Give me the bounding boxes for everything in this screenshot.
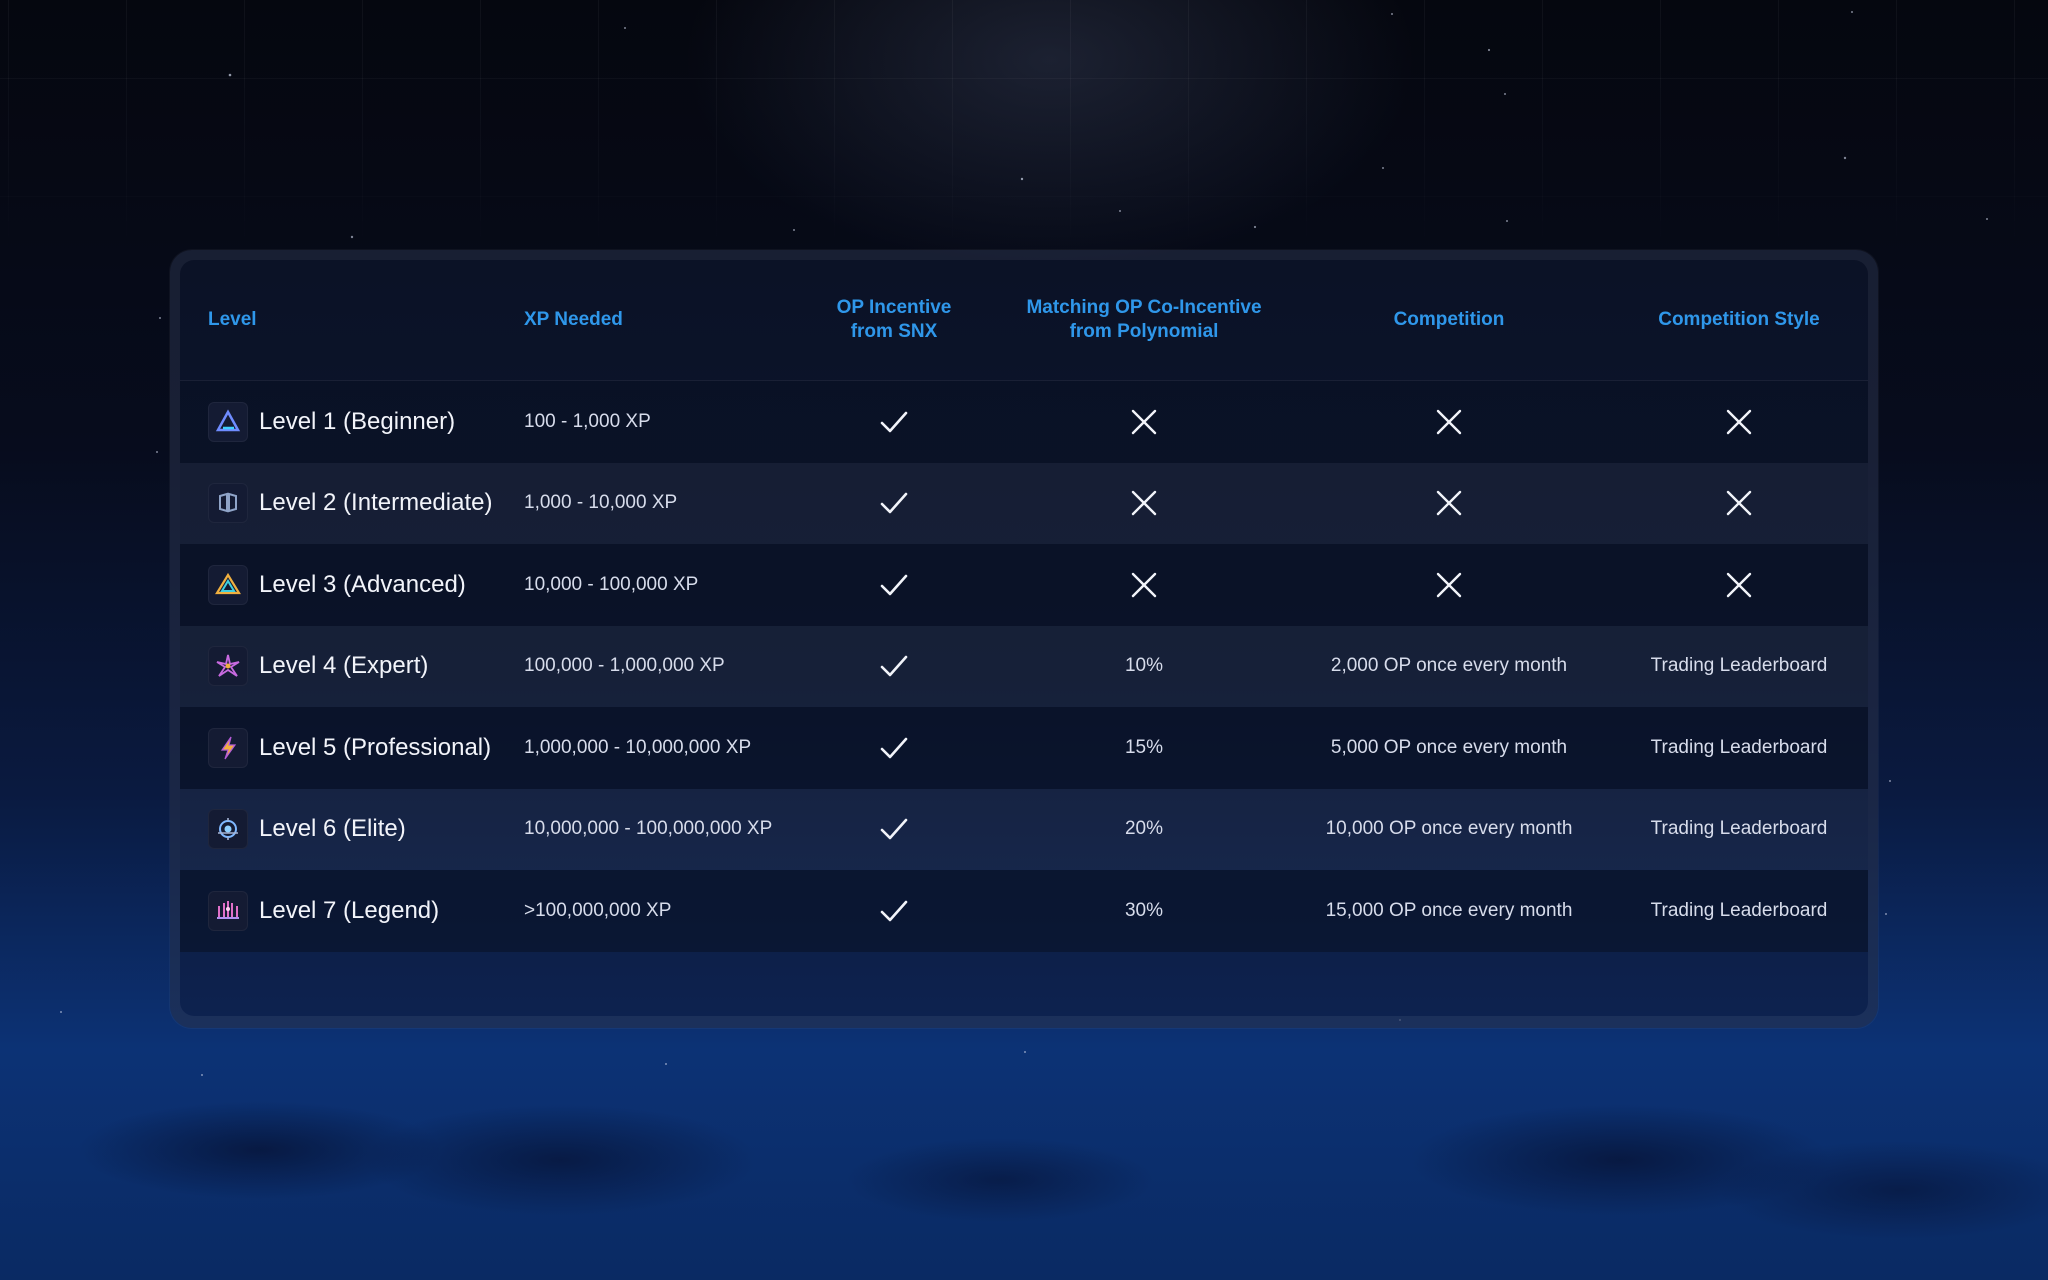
style-cell: Trading Leaderboard	[1650, 818, 1828, 840]
xp-needed-cell: 100,000 - 1,000,000 XP	[524, 655, 725, 677]
check-icon	[794, 707, 994, 789]
xp-needed-cell: 1,000 - 10,000 XP	[524, 492, 678, 514]
matching-cell: 20%	[1124, 818, 1164, 840]
header-competition: Competition	[1393, 309, 1505, 330]
style-cell: Trading Leaderboard	[1650, 899, 1828, 921]
competition-cell: 5,000 OP once every month	[1330, 736, 1568, 758]
table-row: Level 1 (Beginner) 100 - 1,000 XP	[180, 381, 1868, 463]
competition-cell: 15,000 OP once every month	[1325, 899, 1573, 921]
level-cell: Level 1 (Beginner)	[208, 381, 508, 463]
level-cell: Level 2 (Intermediate)	[208, 463, 508, 545]
orb-icon	[208, 809, 248, 850]
prism-icon	[208, 564, 248, 605]
header-matching-op: Matching OP Co-Incentive from Polynomial	[1026, 297, 1262, 342]
table-header-row: Level XP Needed OP Incentive from SNX Ma…	[180, 260, 1868, 381]
xp-needed-cell: 100 - 1,000 XP	[524, 410, 651, 432]
level-cell: Level 4 (Expert)	[208, 626, 508, 708]
level-name: Level 5 (Professional)	[259, 733, 492, 761]
cross-icon	[1604, 381, 1868, 463]
cross-icon	[1294, 544, 1604, 626]
table-row: Level 6 (Elite) 10,000,000 - 100,000,000 …	[180, 788, 1868, 871]
level-rewards-table: Level XP Needed OP Incentive from SNX Ma…	[180, 260, 1868, 1016]
level-cell: Level 6 (Elite)	[208, 789, 508, 871]
level-name: Level 1 (Beginner)	[259, 407, 456, 435]
cross-icon	[1604, 544, 1868, 626]
header-xp-needed: XP Needed	[524, 309, 623, 330]
cross-icon	[994, 381, 1294, 463]
xp-needed-cell: 10,000 - 100,000 XP	[524, 573, 699, 595]
xp-needed-cell: 10,000,000 - 100,000,000 XP	[524, 818, 773, 840]
xp-needed-cell: 1,000,000 - 10,000,000 XP	[524, 736, 752, 758]
table-body: Level 1 (Beginner) 100 - 1,000 XP Level 2 …	[180, 381, 1868, 952]
matching-cell: 30%	[1124, 899, 1164, 921]
header-level: Level	[208, 309, 257, 330]
level-name: Level 7 (Legend)	[259, 896, 440, 924]
check-icon	[794, 381, 994, 463]
table-row: Level 4 (Expert) 100,000 - 1,000,000 XP 10…	[180, 625, 1868, 708]
table-row: Level 3 (Advanced) 10,000 - 100,000 XP	[180, 544, 1868, 626]
table-row: Level 2 (Intermediate) 1,000 - 10,000 XP	[180, 462, 1868, 545]
level-cell: Level 7 (Legend)	[208, 870, 508, 952]
style-cell: Trading Leaderboard	[1650, 736, 1828, 758]
header-competition-style: Competition Style	[1658, 309, 1820, 330]
xp-needed-cell: >100,000,000 XP	[524, 899, 672, 921]
level-name: Level 3 (Advanced)	[259, 570, 466, 598]
header-op-incentive: OP Incentive from SNX	[836, 297, 952, 342]
level-cell: Level 5 (Professional)	[208, 707, 508, 789]
level-cell: Level 3 (Advanced)	[208, 544, 508, 626]
cross-icon	[1604, 463, 1868, 545]
competition-cell: 2,000 OP once every month	[1330, 655, 1568, 677]
table-row: Level 7 (Legend) >100,000,000 XP 30% 15,000…	[180, 870, 1868, 952]
cube-icon	[208, 483, 248, 524]
check-icon	[794, 870, 994, 952]
level-name: Level 2 (Intermediate)	[259, 489, 493, 517]
cloud-layer	[0, 1040, 2048, 1280]
style-cell: Trading Leaderboard	[1650, 655, 1828, 677]
table-row: Level 5 (Professional) 1,000,000 - 10,000…	[180, 707, 1868, 789]
cross-icon	[994, 544, 1294, 626]
triangle-icon	[208, 401, 248, 442]
cross-icon	[1294, 381, 1604, 463]
crown-icon	[208, 890, 248, 931]
matching-cell: 10%	[1124, 655, 1164, 677]
cross-icon	[994, 463, 1294, 545]
competition-cell: 10,000 OP once every month	[1325, 818, 1573, 840]
check-icon	[794, 626, 994, 708]
matching-cell: 15%	[1124, 736, 1164, 758]
cross-icon	[1294, 463, 1604, 545]
level-name: Level 4 (Expert)	[259, 652, 429, 680]
check-icon	[794, 544, 994, 626]
check-icon	[794, 789, 994, 871]
check-icon	[794, 463, 994, 545]
burst-icon	[208, 646, 248, 687]
lightning-icon	[208, 727, 248, 768]
level-name: Level 6 (Elite)	[259, 815, 406, 843]
